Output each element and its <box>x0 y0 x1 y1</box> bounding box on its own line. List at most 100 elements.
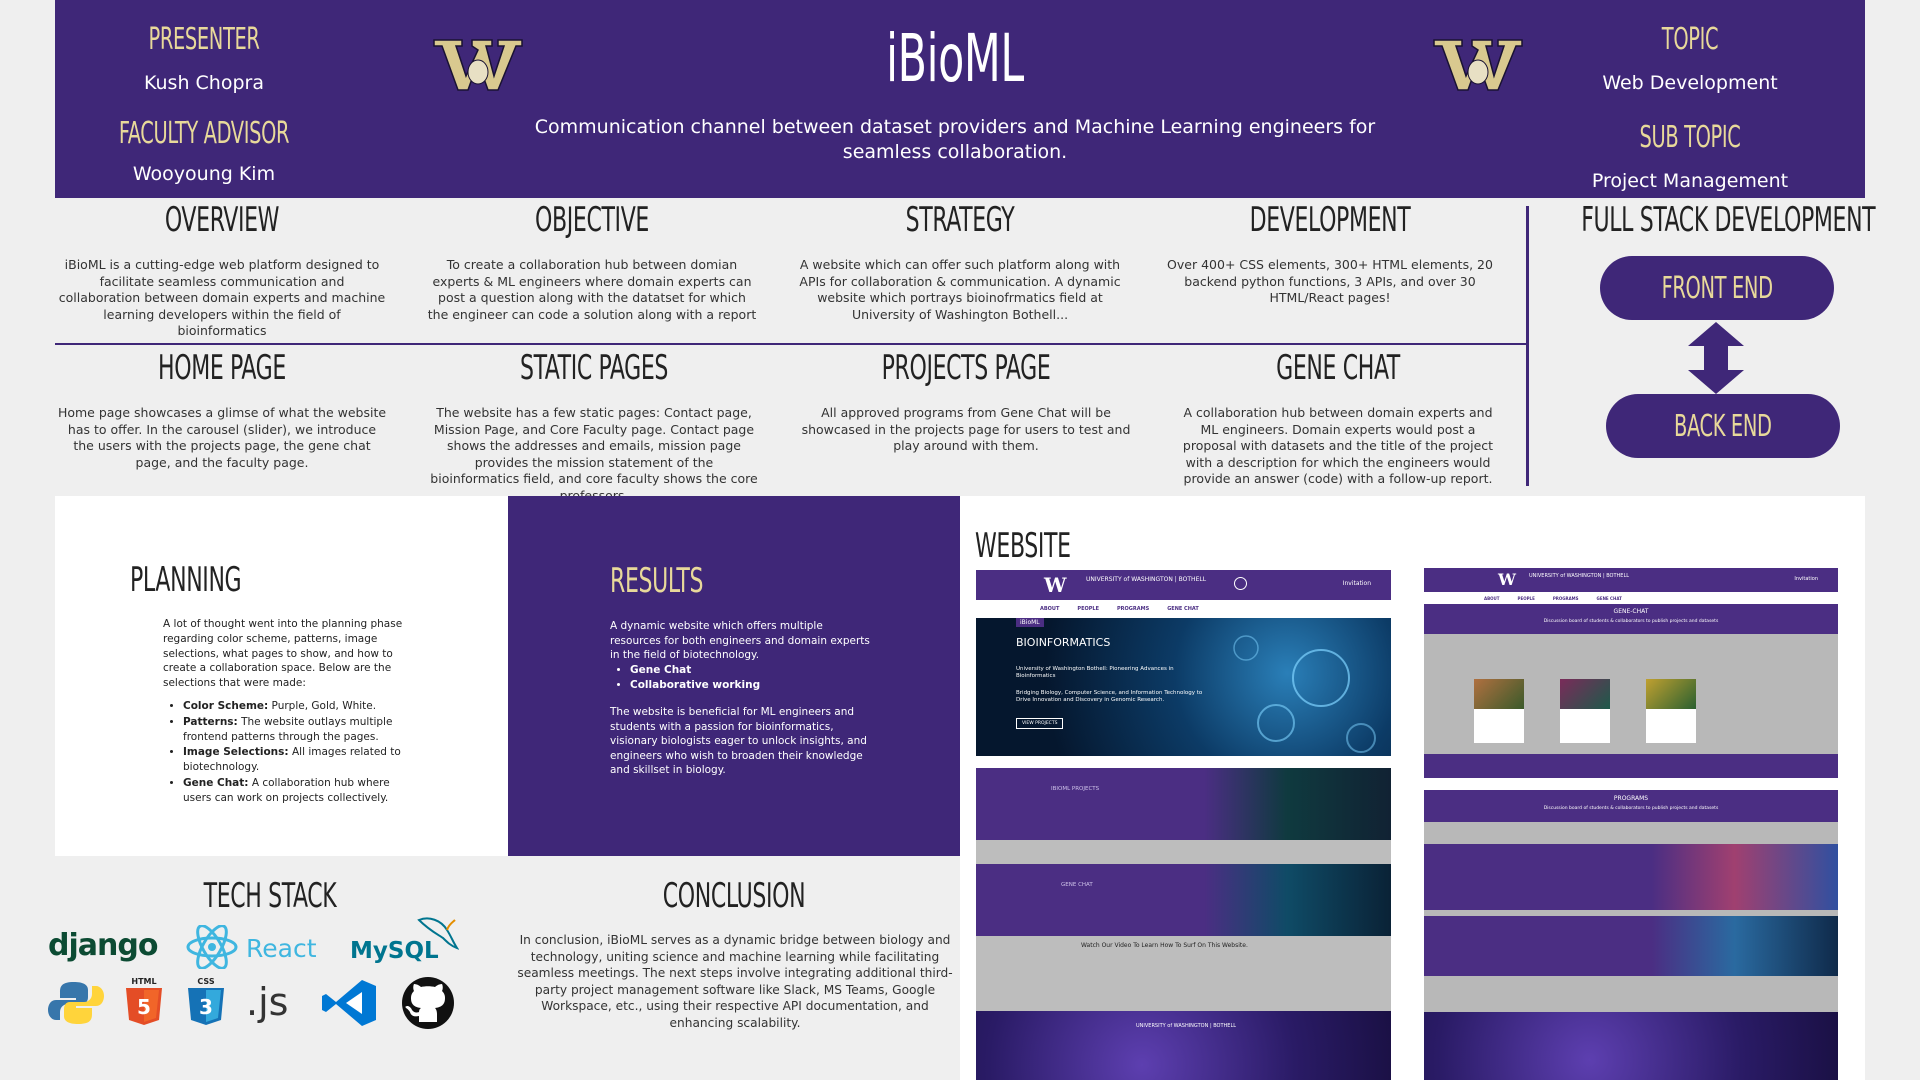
conclusion-body: In conclusion, iBioML serves as a dynami… <box>517 933 953 1030</box>
js-icon: .js <box>246 980 289 1024</box>
subtopic-label: SUB TOPIC <box>1639 120 1741 155</box>
subtopic-value: Project Management <box>1591 170 1789 192</box>
results-bullet: Collaborative working <box>630 678 870 693</box>
svg-text:3: 3 <box>199 995 213 1019</box>
mock-program-band <box>1424 844 1838 910</box>
mock-nav-item: ABOUT <box>1484 595 1500 601</box>
mock-band-label: IBIOML PROJECTS <box>1051 786 1100 792</box>
techstack-title: TECH STACK <box>203 876 337 916</box>
mock-card <box>1560 679 1610 743</box>
mock-programs-sub: Discussion board of students & collabora… <box>1543 806 1719 811</box>
uw-husky-w-icon <box>1433 39 1523 91</box>
planning-item: Color Scheme: Purple, Gold, White. <box>183 699 418 714</box>
mock-band-label: GENE CHAT <box>1061 882 1093 888</box>
mock-nav-item: GENE CHAT <box>1596 595 1622 601</box>
mock-band-projects: IBIOML PROJECTS <box>976 768 1391 840</box>
planning-item: Patterns: The website outlays multiple f… <box>183 715 418 745</box>
back-end-pill: BACK END <box>1606 394 1840 458</box>
front-end-label: FRONT END <box>1661 270 1773 306</box>
mock-hero: iBioML BIOINFORMATICS University of Wash… <box>976 618 1391 756</box>
mock-program-band <box>1424 916 1838 976</box>
mock-nav-item: ABOUT <box>1040 606 1060 612</box>
mock-hero-button: VIEW PROJECTS <box>1016 718 1064 729</box>
mock-genechat-board <box>1424 634 1838 754</box>
mock-subnav: ABOUT PEOPLE PROGRAMS GENE CHAT <box>1424 592 1838 604</box>
website-screenshot-home: W UNIVERSITY of WASHINGTON | BOTHELL Inv… <box>976 570 1391 1080</box>
objective-body: To create a collaboration hub between do… <box>427 257 757 322</box>
projects-page-title: PROJECTS PAGE <box>881 348 1051 388</box>
react-icon <box>186 925 238 969</box>
mock-uw-name: UNIVERSITY of WASHINGTON | BOTHELL <box>1529 573 1630 579</box>
html5-icon: HTML 5 <box>126 977 162 1025</box>
react-label: React <box>246 934 317 963</box>
static-pages-body: The website has a few static pages: Cont… <box>430 405 758 503</box>
results-body: A dynamic website which offers multiple … <box>610 619 870 778</box>
static-pages-title: STATIC PAGES <box>519 348 669 388</box>
mock-nav: W UNIVERSITY of WASHINGTON | BOTHELL Inv… <box>976 570 1391 600</box>
double-arrow-icon <box>1688 322 1744 394</box>
results-title: RESULTS <box>610 561 704 601</box>
poster-subtitle: Communication channel between dataset pr… <box>534 116 1376 163</box>
planning-title: PLANNING <box>130 560 242 600</box>
mock-hero-line2: Bridging Biology, Computer Science, and … <box>1016 690 1203 703</box>
mock-hero-line1: University of Washington Bothell: Pionee… <box>1016 666 1174 679</box>
website-screenshot-pages: W UNIVERSITY of WASHINGTON | BOTHELL Inv… <box>1424 568 1838 1080</box>
mock-nav-item: PROGRAMS <box>1117 606 1150 612</box>
strategy-title: STRATEGY <box>905 200 1015 240</box>
mock-nav: W UNIVERSITY of WASHINGTON | BOTHELL Inv… <box>1424 568 1838 592</box>
uw-w-icon: W <box>1498 570 1516 589</box>
svg-text:HTML: HTML <box>131 977 156 986</box>
development-body: Over 400+ CSS elements, 300+ HTML elemen… <box>1167 257 1493 305</box>
mock-login: Invitation <box>1342 580 1371 587</box>
front-end-pill: FRONT END <box>1600 256 1834 320</box>
css3-icon: CSS 3 <box>188 977 224 1025</box>
results-description: The website is beneficial for ML enginee… <box>610 705 867 777</box>
row-divider <box>55 343 1527 345</box>
mock-video-text: Watch Our Video To Learn How To Surf On … <box>1081 942 1248 949</box>
presenter-label: PRESENTER <box>148 22 260 57</box>
conclusion-title: CONCLUSION <box>662 876 806 916</box>
mock-nav-item: GENE CHAT <box>1167 606 1199 612</box>
results-intro: A dynamic website which offers multiple … <box>610 620 870 662</box>
overview-body: iBioML is a cutting-edge web platform de… <box>58 257 386 338</box>
projects-page-body: All approved programs from Gene Chat wil… <box>801 405 1131 453</box>
uw-husky-w-icon <box>433 39 523 91</box>
vscode-icon <box>322 980 376 1026</box>
uw-w-icon: W <box>1044 573 1067 597</box>
planning-intro: A lot of thought went into the planning … <box>163 618 403 690</box>
homepage-body: Home page showcases a glimse of what the… <box>57 405 387 470</box>
mock-nav-item: PEOPLE <box>1077 606 1100 612</box>
homepage-title: HOME PAGE <box>158 348 286 388</box>
advisor-label: FACULTY ADVISOR <box>118 116 290 151</box>
planning-item: Gene Chat: A collaboration hub where use… <box>183 776 418 806</box>
development-title: DEVELOPMENT <box>1249 200 1411 240</box>
gene-chat-body: A collaboration hub between domain exper… <box>1182 405 1494 486</box>
planning-body: A lot of thought went into the planning … <box>163 617 418 807</box>
planning-item: Image Selections: All images related to … <box>183 745 418 775</box>
mock-programs-header: PROGRAMS Discussion board of students & … <box>1424 790 1838 822</box>
strategy-body: A website which can offer such platform … <box>799 257 1121 322</box>
github-icon <box>402 977 454 1029</box>
website-title: WEBSITE <box>975 526 1071 566</box>
mock-genechat-title: GENE-CHAT <box>1613 608 1649 615</box>
mock-nav-item: PROGRAMS <box>1552 595 1579 601</box>
back-end-label: BACK END <box>1674 408 1772 444</box>
svg-text:5: 5 <box>137 995 151 1019</box>
mock-card <box>1474 679 1524 743</box>
topic-label: TOPIC <box>1661 22 1719 57</box>
mock-band-genechat: GENE CHAT <box>976 864 1391 936</box>
presenter-name: Kush Chopra <box>144 72 264 94</box>
fullstack-title: FULL STACK DEVELOPMENT <box>1581 200 1876 240</box>
django-logo: django <box>48 928 158 963</box>
mock-footer <box>1424 1012 1838 1080</box>
mock-card <box>1646 679 1696 743</box>
column-divider <box>1526 206 1529 486</box>
mock-genechat-sub: Discussion board of students & collabora… <box>1543 619 1719 624</box>
mock-hero-title: BIOINFORMATICS <box>1016 636 1111 649</box>
advisor-name: Wooyoung Kim <box>132 163 276 185</box>
mock-video-section: Watch Our Video To Learn How To Surf On … <box>976 936 1391 1011</box>
python-icon <box>48 982 104 1024</box>
mock-footer: UNIVERSITY of WASHINGTON | BOTHELL <box>976 1011 1391 1080</box>
mock-footer-uw: UNIVERSITY of WASHINGTON | BOTHELL <box>1136 1023 1237 1029</box>
poster-title: iBioML <box>886 20 1024 97</box>
